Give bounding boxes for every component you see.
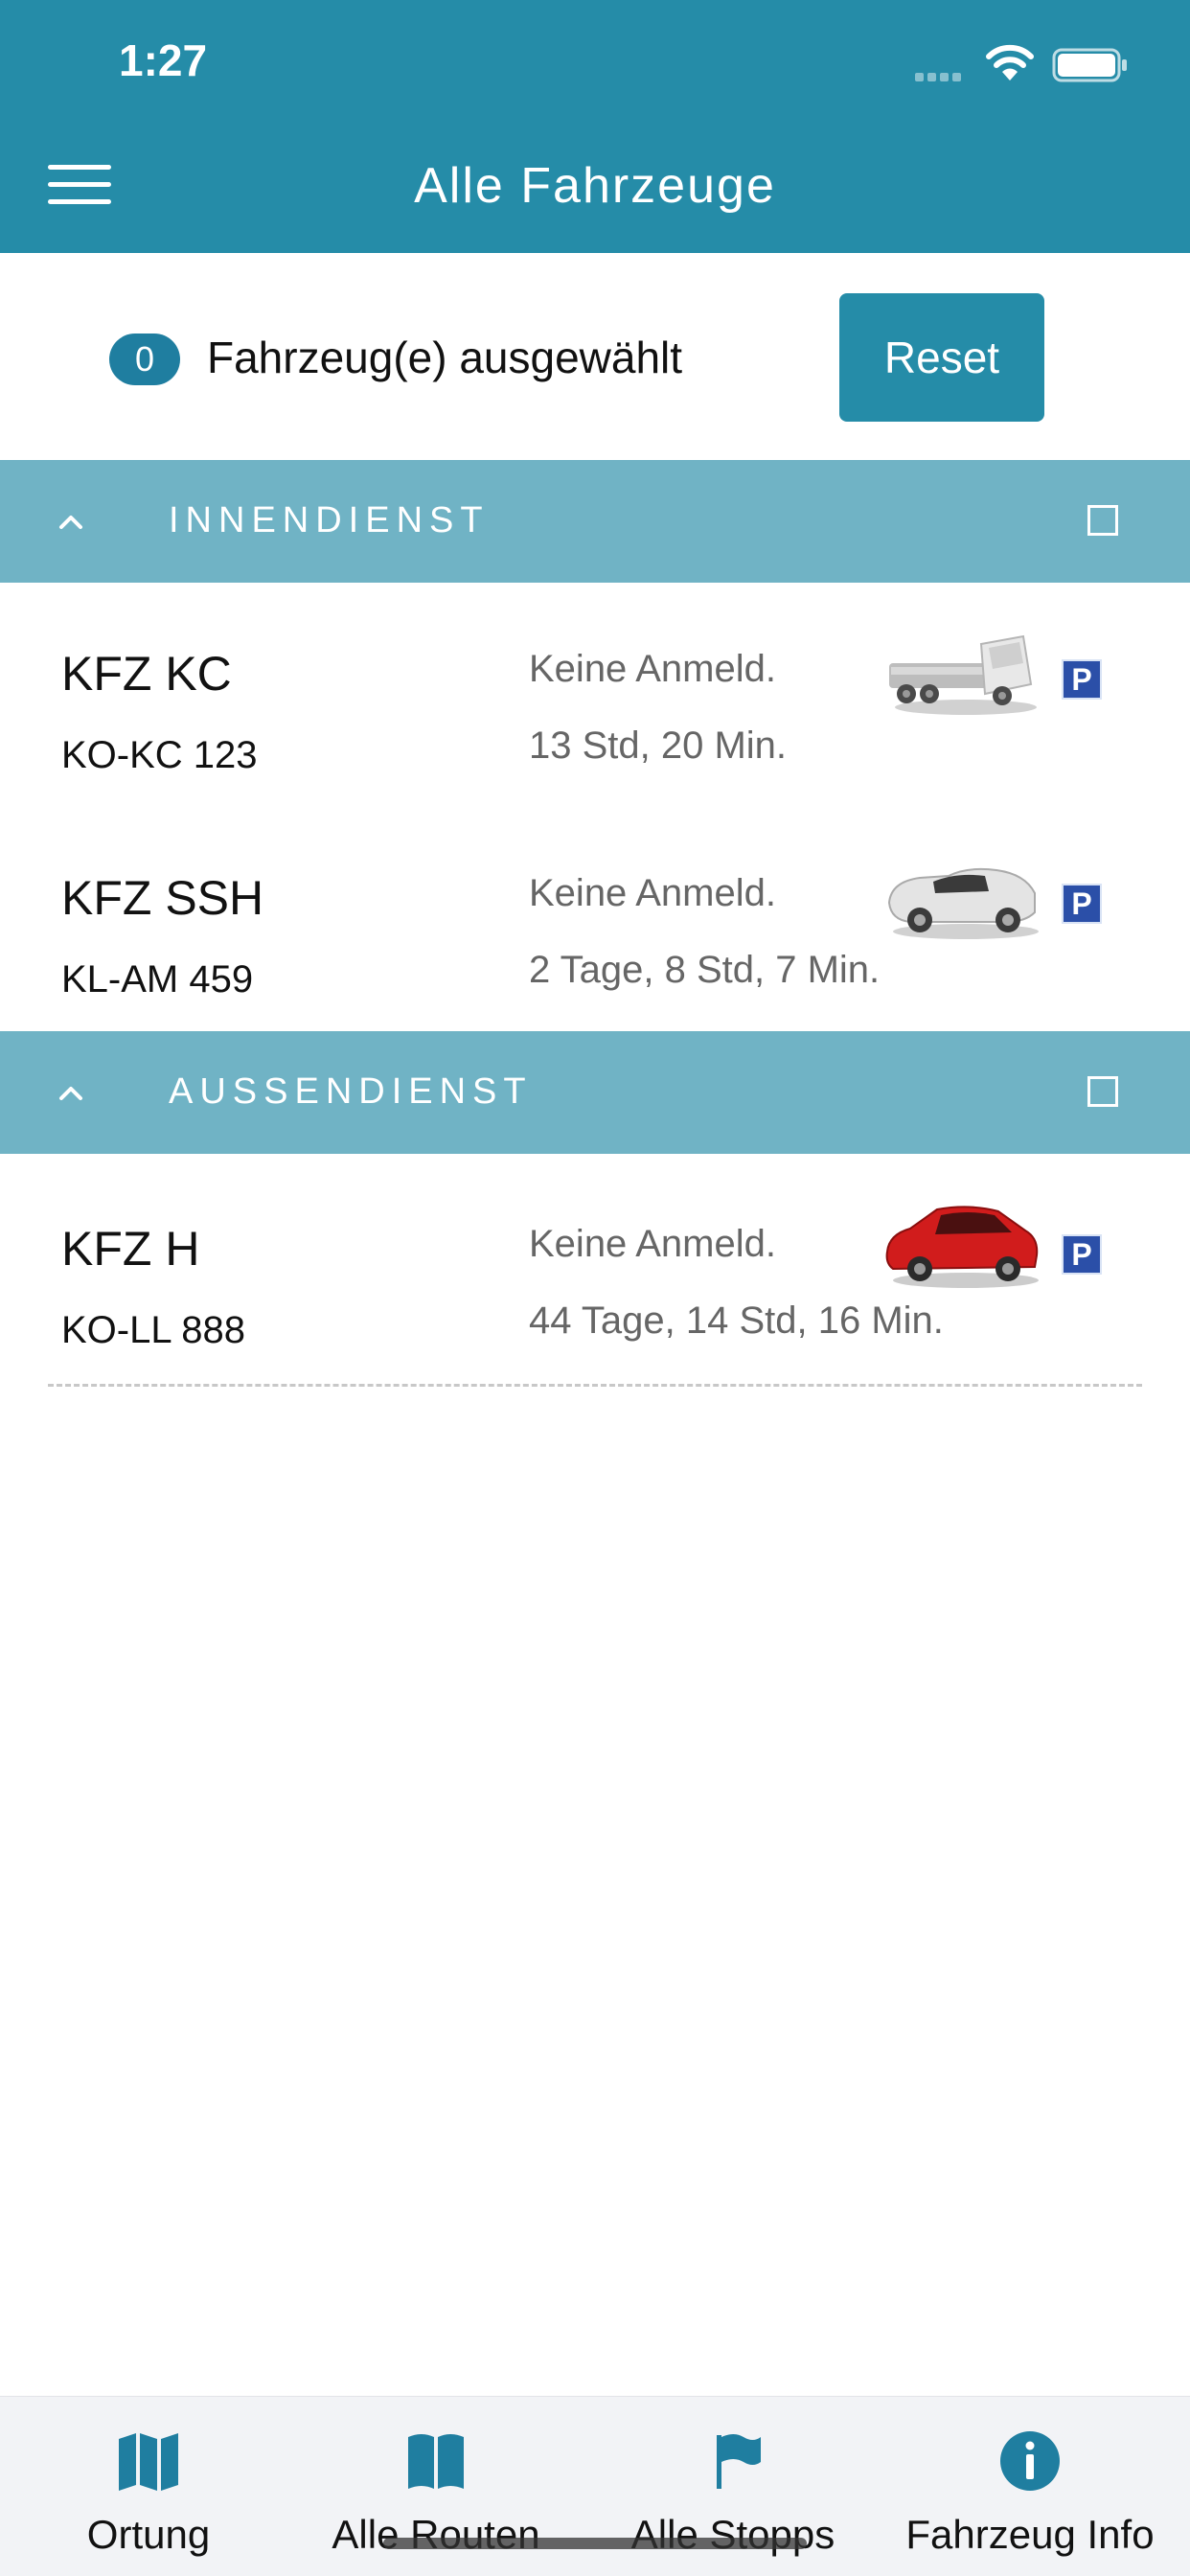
vehicle-name: KFZ KC [61, 647, 232, 701]
group-select-checkbox[interactable] [1087, 1076, 1118, 1107]
vehicle-plate: KO-KC 123 [61, 734, 258, 776]
app-header: 1:27 Alle Fahrzeuge [0, 0, 1190, 253]
vehicle-row[interactable]: KFZ H KO-LL 888 Keine Anmeld. 44 Tage, 1… [0, 1158, 1190, 1382]
vehicle-status: Keine Anmeld. [529, 872, 776, 914]
vehicle-duration: 13 Std, 20 Min. [529, 724, 788, 767]
vehicle-name: KFZ SSH [61, 871, 264, 925]
wifi-icon [986, 44, 1034, 80]
battery-icon [1052, 48, 1127, 82]
convertible-car-image [887, 867, 1039, 939]
group-title: INNENDIENST [169, 500, 490, 540]
map-icon [119, 2433, 178, 2491]
selected-count-badge: 0 [109, 334, 180, 385]
info-icon [1000, 2431, 1060, 2491]
tab-label: Alle Routen [332, 2512, 540, 2557]
vehicle-plate: KL-AM 459 [61, 958, 254, 1000]
parking-icon: P [1062, 884, 1102, 924]
page-title: Alle Fahrzeuge [414, 158, 776, 214]
chevron-up-icon[interactable] [57, 1079, 84, 1106]
tab-fahrzeug-info[interactable]: Fahrzeug Info [881, 2397, 1179, 2576]
chevron-up-icon[interactable] [57, 508, 84, 535]
vehicle-row[interactable]: KFZ KC KO-KC 123 Keine Anmeld. 13 Std, 2… [0, 583, 1190, 807]
tab-label: Fahrzeug Info [905, 2512, 1155, 2557]
selection-bar: 0 Fahrzeug(e) ausgewählt Reset [0, 253, 1190, 460]
vehicle-status: Keine Anmeld. [529, 648, 776, 690]
vehicle-row[interactable]: KFZ SSH KL-AM 459 Keine Anmeld. 2 Tage, … [0, 807, 1190, 1031]
flag-icon [717, 2434, 761, 2489]
tab-label: Alle Stopps [630, 2512, 835, 2557]
vehicle-plate: KO-LL 888 [61, 1309, 245, 1351]
group-select-checkbox[interactable] [1087, 505, 1118, 536]
selection-label: Fahrzeug(e) ausgewählt [207, 333, 683, 382]
tractor-unit-image [889, 634, 1037, 715]
list-end-divider [48, 1384, 1142, 1387]
red-hatchback-car-image [885, 1206, 1039, 1288]
parking-icon: P [1062, 1234, 1102, 1275]
vehicle-duration: 2 Tage, 8 Std, 7 Min. [529, 949, 881, 991]
book-icon [408, 2434, 464, 2489]
group-header-aussendienst[interactable]: AUSSENDIENST [0, 1031, 1190, 1154]
vehicle-duration: 44 Tage, 14 Std, 16 Min. [529, 1300, 944, 1342]
home-indicator [383, 2538, 807, 2549]
cellular-signal-icon [915, 69, 971, 81]
tab-ortung[interactable]: Ortung [0, 2397, 297, 2576]
status-time: 1:27 [119, 35, 208, 85]
parking-icon: P [1062, 659, 1102, 700]
tab-label: Ortung [86, 2512, 211, 2557]
vehicle-status: Keine Anmeld. [529, 1223, 776, 1265]
reset-button[interactable]: Reset [839, 293, 1044, 422]
vehicle-name: KFZ H [61, 1222, 200, 1276]
group-title: AUSSENDIENST [169, 1071, 533, 1112]
group-header-innendienst[interactable]: INNENDIENST [0, 460, 1190, 583]
